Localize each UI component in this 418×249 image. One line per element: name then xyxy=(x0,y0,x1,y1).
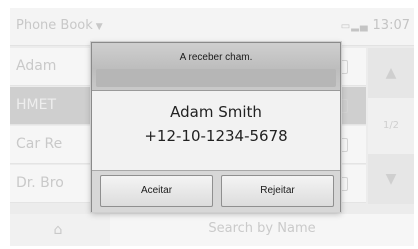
contact-name: Car Re xyxy=(16,136,63,152)
dialog-title: A receber cham. xyxy=(179,52,253,63)
scroll-down-button[interactable]: ▼ xyxy=(368,154,414,204)
scroll-up-button[interactable]: ▲ xyxy=(368,48,414,98)
chevron-down-icon: ▼ xyxy=(95,22,103,32)
search-by-name-button[interactable]: Search by Name xyxy=(110,214,414,246)
contact-name: Dr. Bro xyxy=(16,175,64,191)
page-indicator: 1/2 xyxy=(382,120,400,131)
top-bar: Phone Book ▼ ▭▂▄ 13:07 xyxy=(10,8,414,46)
arrow-down-icon: ▼ xyxy=(385,171,397,187)
caller-number: +12-10-1234-5678 xyxy=(144,127,288,145)
accept-button[interactable]: Aceitar xyxy=(100,175,213,207)
dialog-button-area: Aceitar Rejeitar xyxy=(92,170,340,212)
contact-name: Adam xyxy=(16,58,57,74)
bottom-bar: ⌂ Search by Name xyxy=(10,214,414,246)
incoming-call-dialog: A receber cham. Adam Smith +12-10-1234-5… xyxy=(91,42,341,212)
reject-button[interactable]: Rejeitar xyxy=(221,175,334,207)
arrow-up-icon: ▲ xyxy=(385,65,397,81)
scroll-column: ▲ 1/2 ▼ xyxy=(368,48,414,204)
battery-signal-icon: ▭▂▄ xyxy=(340,21,369,32)
status-area: ▭▂▄ 13:07 xyxy=(341,18,410,33)
home-button[interactable]: ⌂ xyxy=(10,214,106,246)
phone-book-title: Phone Book xyxy=(16,18,93,33)
header-strip xyxy=(96,69,336,87)
contact-name: HMET xyxy=(16,97,57,113)
caller-name: Adam Smith xyxy=(170,103,262,121)
dialog-header: A receber cham. xyxy=(92,43,340,91)
home-icon: ⌂ xyxy=(53,222,63,238)
phone-book-menu[interactable]: Phone Book ▼ xyxy=(16,18,103,33)
clock: 13:07 xyxy=(372,18,410,33)
